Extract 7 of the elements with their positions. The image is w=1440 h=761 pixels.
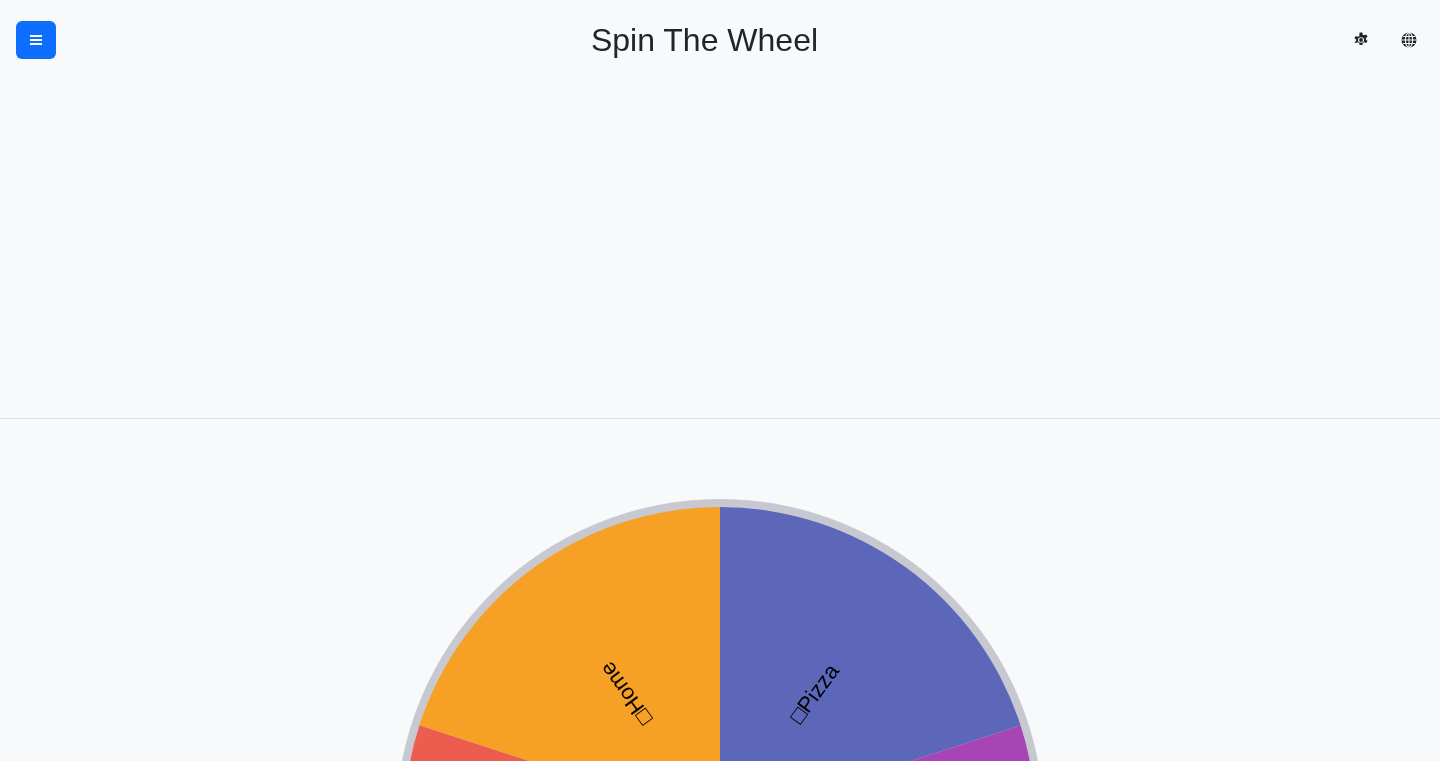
globe-icon <box>1401 32 1417 48</box>
settings-button[interactable] <box>1353 32 1369 48</box>
menu-button[interactable] <box>16 21 56 59</box>
page-title: Spin The Wheel <box>590 21 819 60</box>
language-button[interactable] <box>1401 32 1417 48</box>
gear-icon <box>1353 32 1369 48</box>
menu-icon <box>30 35 42 45</box>
